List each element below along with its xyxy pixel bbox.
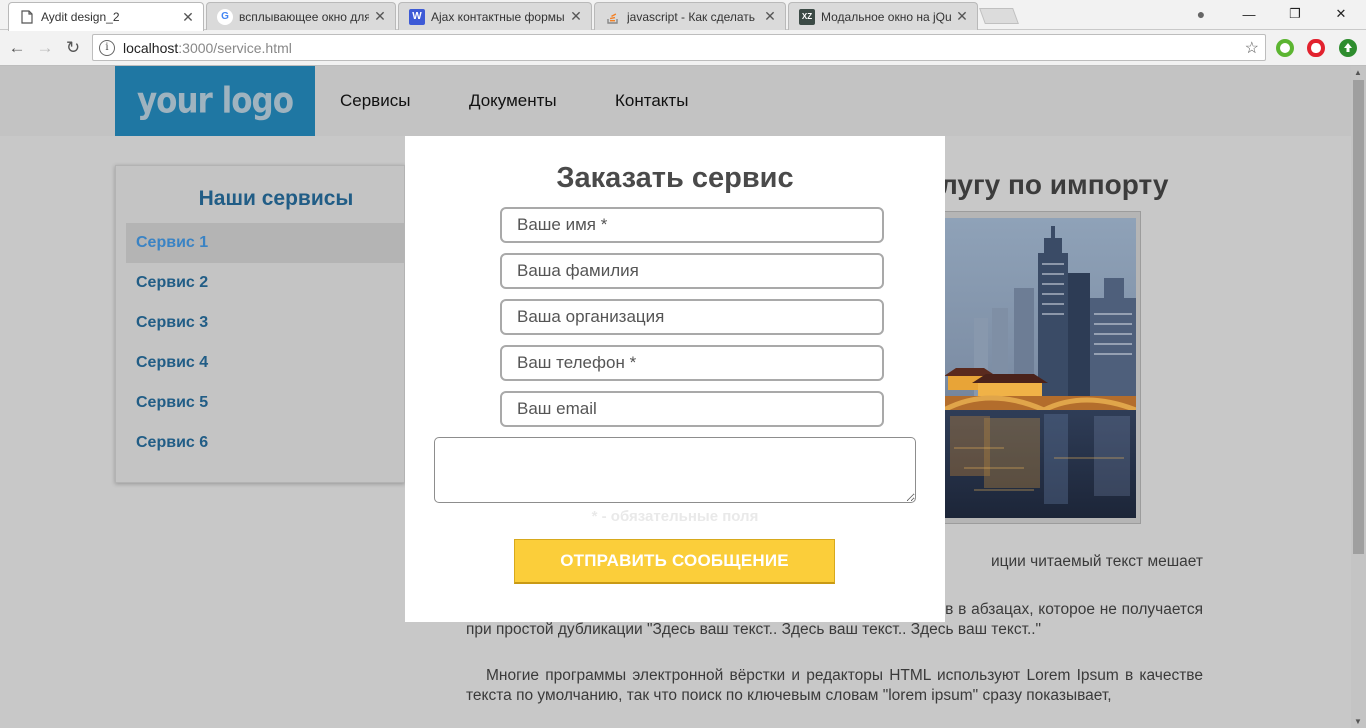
- minimize-button[interactable]: —: [1226, 0, 1272, 28]
- nav-link-contacts[interactable]: Контакты: [615, 91, 688, 111]
- browser-tab[interactable]: W Ajax контактные формы ✕: [398, 2, 592, 30]
- page-scrollbar[interactable]: ▲ ▼: [1351, 66, 1366, 728]
- close-tab-icon[interactable]: ✕: [373, 8, 387, 25]
- close-tab-icon[interactable]: ✕: [181, 9, 195, 26]
- w-icon: W: [409, 8, 425, 25]
- bookmark-star-icon[interactable]: ☆: [1245, 38, 1259, 58]
- last-name-input[interactable]: [500, 253, 884, 289]
- first-name-input[interactable]: [500, 207, 884, 243]
- modal-title: Заказать сервис: [556, 162, 794, 194]
- nav-link-documents[interactable]: Документы: [469, 91, 557, 111]
- send-message-button[interactable]: ОТПРАВИТЬ СООБЩЕНИЕ: [514, 539, 835, 584]
- sidebar-title: Наши сервисы: [198, 187, 354, 210]
- scroll-up-arrow-icon[interactable]: ▲: [1354, 68, 1362, 77]
- message-textarea[interactable]: [434, 437, 916, 503]
- close-window-button[interactable]: ✕: [1318, 0, 1364, 28]
- restore-button[interactable]: ❐: [1272, 0, 1318, 28]
- xz-icon: XZ: [799, 8, 815, 25]
- sidebar-item-service-5[interactable]: Сервис 5: [126, 383, 406, 423]
- tab-title: Aydit design_2: [41, 10, 120, 24]
- sidebar-item-service-1[interactable]: Сервис 1: [126, 223, 406, 263]
- content-paragraph: Многие программы электронной вёрстки и р…: [466, 667, 1203, 704]
- city-night-photo: [944, 218, 1136, 518]
- close-tab-icon[interactable]: ✕: [955, 8, 969, 25]
- close-tab-icon[interactable]: ✕: [569, 8, 583, 25]
- browser-tab[interactable]: javascript - Как сделать ✕: [594, 2, 786, 30]
- browser-toolbar: ← → ↻ i localhost:3000/service.html ☆: [0, 30, 1366, 66]
- browser-tab[interactable]: XZ Модальное окно на jQu ✕: [788, 2, 978, 30]
- page-viewport: your logo Сервисы Документы Контакты Наш…: [0, 66, 1351, 728]
- site-header: your logo Сервисы Документы Контакты: [0, 66, 1351, 136]
- address-bar[interactable]: i localhost:3000/service.html ☆: [92, 34, 1266, 61]
- close-tab-icon[interactable]: ✕: [763, 8, 777, 25]
- extension-upload-icon[interactable]: [1339, 39, 1357, 57]
- content-title: лугу по импорту: [940, 169, 1169, 200]
- browser-tab[interactable]: G всплывающее окно для ✕: [206, 2, 396, 30]
- scrollbar-thumb[interactable]: [1353, 80, 1364, 554]
- required-fields-note: * - обязательные поля: [591, 508, 759, 525]
- sidebar-item-service-6[interactable]: Сервис 6: [126, 423, 406, 463]
- extension-green-ring-icon[interactable]: [1276, 39, 1294, 57]
- browser-tab-strip: Aydit design_2 ✕ G всплывающее окно для …: [0, 0, 1366, 31]
- sidebar-item-service-4[interactable]: Сервис 4: [126, 343, 406, 383]
- sidebar-item-service-2[interactable]: Сервис 2: [126, 263, 406, 303]
- new-tab-button[interactable]: [979, 8, 1019, 24]
- nav-link-services[interactable]: Сервисы: [340, 91, 410, 111]
- tab-title: javascript - Как сделать: [627, 9, 756, 24]
- stackoverflow-icon: [605, 9, 621, 25]
- forward-arrow-icon[interactable]: →: [33, 36, 57, 60]
- tab-title: всплывающее окно для: [239, 9, 369, 24]
- service-photo-frame: [935, 211, 1141, 524]
- profile-icon[interactable]: ●: [1178, 0, 1224, 28]
- email-input[interactable]: [500, 391, 884, 427]
- services-sidebar: Наши сервисы Сервис 1 Сервис 2 Сервис 3 …: [115, 165, 406, 483]
- back-arrow-icon[interactable]: ←: [5, 36, 29, 60]
- order-service-modal: Заказать сервис * - обязательные поля ОТ…: [405, 136, 945, 622]
- sidebar-item-service-3[interactable]: Сервис 3: [126, 303, 406, 343]
- phone-input[interactable]: [500, 345, 884, 381]
- google-icon: G: [217, 8, 233, 25]
- site-logo[interactable]: your logo: [115, 66, 315, 136]
- scroll-down-arrow-icon[interactable]: ▼: [1354, 717, 1362, 726]
- url-path: :3000/service.html: [178, 39, 292, 56]
- tab-title: Ajax контактные формы: [431, 9, 565, 24]
- tab-title: Модальное окно на jQu: [821, 9, 951, 24]
- logo-text: your logo: [136, 80, 294, 122]
- reload-icon[interactable]: ↻: [61, 36, 85, 60]
- browser-tab-active[interactable]: Aydit design_2 ✕: [8, 2, 204, 31]
- opera-icon[interactable]: [1307, 39, 1325, 57]
- url-host: localhost: [123, 39, 179, 56]
- organization-input[interactable]: [500, 299, 884, 335]
- page-icon: [19, 9, 35, 25]
- info-icon[interactable]: i: [99, 39, 115, 56]
